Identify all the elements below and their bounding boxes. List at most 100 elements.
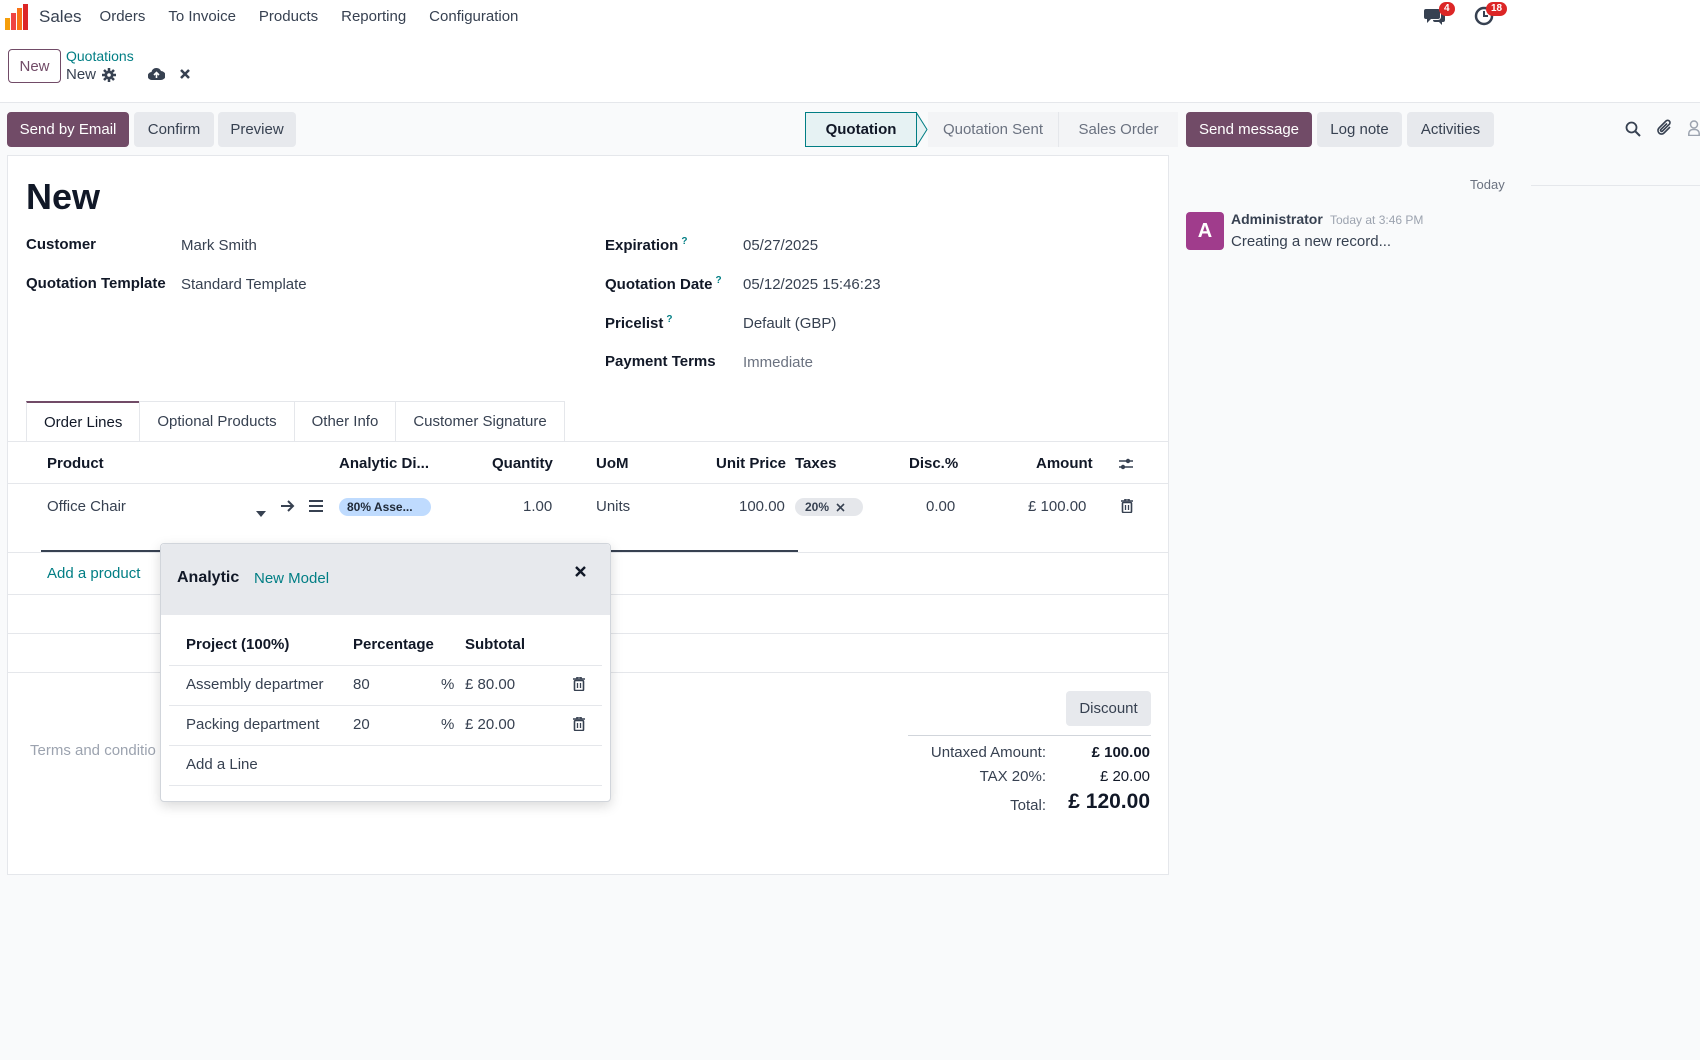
delete-line-trash-icon[interactable]	[573, 716, 585, 735]
popover-divider	[169, 785, 602, 786]
stage-quotation[interactable]: Quotation	[805, 112, 917, 147]
total-value: £ 120.00	[1068, 790, 1150, 813]
dropdown-caret-icon[interactable]	[256, 504, 266, 521]
col-project[interactable]: Project (100%)	[186, 636, 289, 653]
amount-field: £ 100.00	[1028, 498, 1087, 515]
save-cloud-icon[interactable]	[147, 67, 166, 83]
percentage-field[interactable]: 80	[353, 676, 370, 693]
unit-price-field[interactable]: 100.00	[739, 498, 785, 515]
pricelist-field[interactable]: Default (GBP)	[743, 315, 836, 332]
tab-optional-products[interactable]: Optional Products	[139, 401, 295, 441]
col-subtotal[interactable]: Subtotal	[465, 636, 525, 653]
product-field[interactable]: Office Chair	[47, 498, 126, 515]
col-analytic[interactable]: Analytic Di...	[339, 455, 429, 472]
activities-clock-icon[interactable]: 18	[1474, 2, 1508, 26]
control-panel: New Quotations New	[0, 33, 1700, 103]
quantity-field[interactable]: 1.00	[523, 498, 552, 515]
popover-header: Analytic New Model	[161, 544, 610, 615]
col-taxes[interactable]: Taxes	[795, 455, 836, 472]
header-divider	[8, 483, 1168, 484]
tabs-divider	[8, 441, 1168, 442]
optional-columns-icon[interactable]	[1118, 456, 1134, 476]
stage-quotation-sent[interactable]: Quotation Sent	[928, 112, 1058, 147]
total-label: Total:	[1010, 797, 1046, 814]
stage-sales-order[interactable]: Sales Order	[1058, 112, 1178, 147]
percentage-field[interactable]: 20	[353, 716, 370, 733]
delete-line-trash-icon[interactable]	[573, 676, 585, 695]
activities-button[interactable]: Activities	[1407, 112, 1494, 147]
menu-reporting[interactable]: Reporting	[341, 8, 406, 25]
menu-products[interactable]: Products	[259, 8, 318, 25]
template-label: Quotation Template	[26, 275, 166, 292]
popover-divider	[169, 665, 602, 666]
status-bar: Quotation Quotation Sent Sales Order	[805, 112, 1178, 147]
analytic-distribution-tag[interactable]: 80% Asse...	[339, 498, 431, 516]
search-icon[interactable]	[1625, 121, 1641, 141]
record-name: New	[66, 66, 97, 83]
col-product[interactable]: Product	[47, 455, 104, 472]
send-message-button[interactable]: Send message	[1186, 112, 1312, 147]
stage-arrow	[916, 112, 928, 147]
analytic-account-field[interactable]: Packing department	[186, 716, 319, 733]
help-icon[interactable]: ?	[681, 236, 687, 247]
internal-link-arrow-icon[interactable]	[280, 499, 296, 517]
col-unit-price[interactable]: Unit Price	[716, 455, 786, 472]
add-product-link[interactable]: Add a product	[47, 565, 140, 582]
tab-customer-signature[interactable]: Customer Signature	[395, 401, 565, 441]
popover-divider	[169, 705, 602, 706]
popover-divider	[169, 745, 602, 746]
quotation-date-field[interactable]: 05/12/2025 15:46:23	[743, 276, 881, 293]
message-body: Creating a new record...	[1231, 233, 1392, 250]
delete-line-trash-icon[interactable]	[1121, 498, 1133, 517]
message-author[interactable]: Administrator	[1231, 211, 1323, 227]
send-by-email-button[interactable]: Send by Email	[7, 112, 129, 147]
discard-icon[interactable]	[178, 67, 194, 83]
product-configurator-list-icon[interactable]	[309, 499, 323, 517]
gear-icon[interactable]	[102, 67, 117, 82]
new-model-link[interactable]: New Model	[254, 570, 329, 587]
record-title[interactable]: New	[26, 176, 100, 218]
col-uom[interactable]: UoM	[596, 455, 629, 472]
payment-terms-field[interactable]: Immediate	[743, 354, 813, 371]
log-note-button[interactable]: Log note	[1317, 112, 1402, 147]
breadcrumb-quotations[interactable]: Quotations	[66, 48, 134, 64]
template-field[interactable]: Standard Template	[181, 276, 307, 293]
menu-to-invoice[interactable]: To Invoice	[168, 8, 236, 25]
subtotal-value: £ 20.00	[465, 716, 516, 733]
sales-app-icon[interactable]	[5, 3, 31, 30]
messages-icon[interactable]: 4	[1424, 2, 1455, 26]
expiration-field[interactable]: 05/27/2025	[743, 237, 818, 254]
tax-remove-icon[interactable]	[836, 502, 845, 512]
terms-field[interactable]: Terms and conditio	[30, 742, 156, 759]
untaxed-amount-value: £ 100.00	[1091, 744, 1150, 761]
menu-configuration[interactable]: Configuration	[429, 8, 518, 25]
date-separator-line	[1531, 185, 1700, 186]
confirm-button[interactable]: Confirm	[134, 112, 214, 147]
customer-field[interactable]: Mark Smith	[181, 237, 257, 254]
tab-order-lines[interactable]: Order Lines	[26, 401, 141, 441]
quotation-date-label: Quotation Date?	[605, 275, 722, 293]
col-discount[interactable]: Disc.%	[909, 455, 958, 472]
followers-user-icon[interactable]	[1688, 120, 1700, 140]
close-icon[interactable]	[571, 562, 589, 580]
uom-field[interactable]: Units	[596, 498, 630, 515]
help-icon[interactable]: ?	[666, 314, 672, 325]
menu-orders[interactable]: Orders	[100, 8, 146, 25]
expiration-label: Expiration?	[605, 236, 688, 254]
discount-button[interactable]: Discount	[1066, 691, 1151, 726]
discount-field[interactable]: 0.00	[926, 498, 955, 515]
col-amount[interactable]: Amount	[1036, 455, 1093, 472]
new-record-button[interactable]: New	[8, 49, 61, 83]
help-icon[interactable]: ?	[716, 275, 722, 286]
tax-tag[interactable]: 20%	[795, 498, 863, 516]
col-quantity[interactable]: Quantity	[492, 455, 553, 472]
app-name[interactable]: Sales	[39, 7, 82, 27]
tab-other-info[interactable]: Other Info	[293, 401, 397, 441]
avatar[interactable]: A	[1186, 212, 1224, 250]
col-percentage[interactable]: Percentage	[353, 636, 434, 653]
preview-button[interactable]: Preview	[218, 112, 296, 147]
add-line-link[interactable]: Add a Line	[186, 756, 258, 773]
analytic-account-field[interactable]: Assembly departmer	[186, 676, 326, 693]
paperclip-icon[interactable]	[1657, 119, 1673, 141]
payment-terms-label: Payment Terms	[605, 353, 716, 370]
